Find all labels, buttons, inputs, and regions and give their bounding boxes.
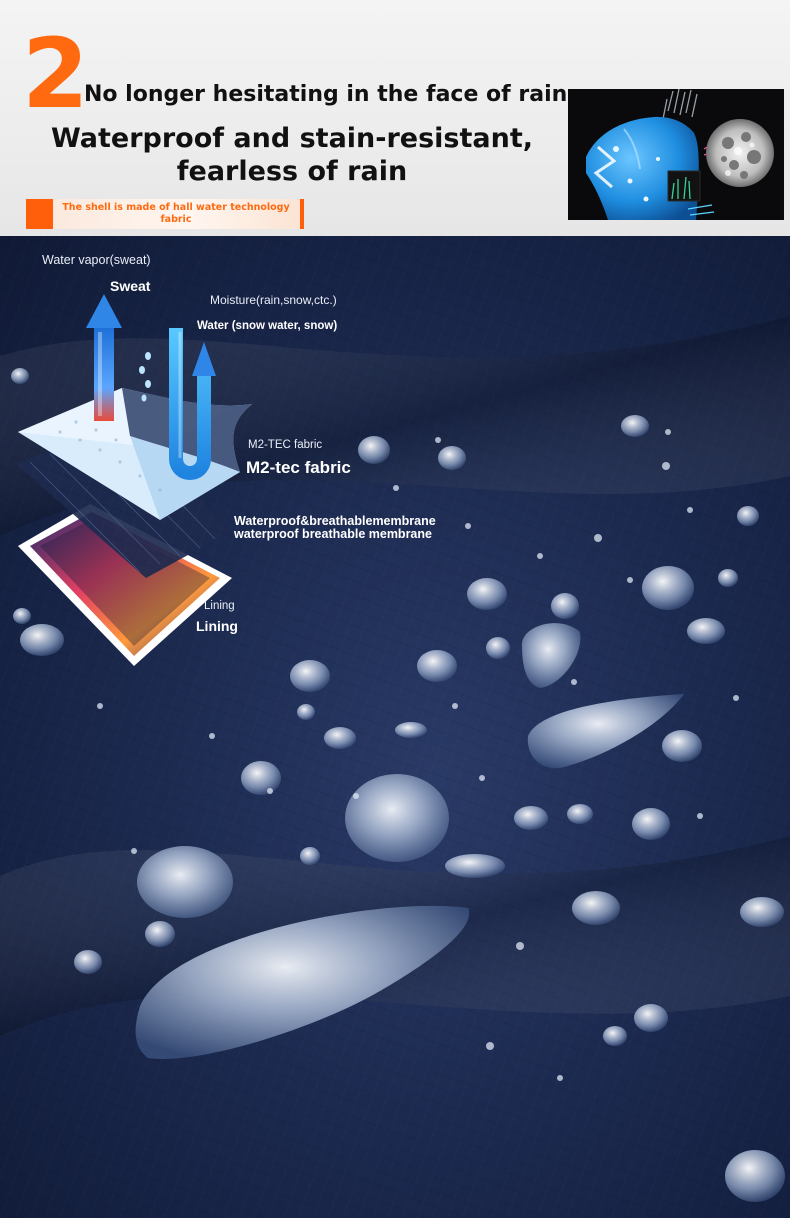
feature-title-line-2: fearless of rain <box>176 156 408 187</box>
banner-accent-block <box>26 199 53 229</box>
m2tec-big-label: M2-tec fabric <box>246 458 351 477</box>
shell-fabric-banner: The shell is made of hall water technolo… <box>26 199 304 229</box>
headline: No longer hesitating in the face of rain <box>84 82 568 107</box>
feature-title-line-1: Waterproof and stain-resistant, <box>50 123 534 154</box>
lining-big-label: Lining <box>196 618 238 634</box>
water-label: Water (snow water, snow) <box>197 320 338 332</box>
fabric-photo-illustration <box>0 236 790 1218</box>
feature-title: Waterproof and stain-resistant, fearless… <box>40 122 544 188</box>
jacket-waterproof-illustration <box>568 89 784 220</box>
header-section: 2 No longer hesitating in the face of ra… <box>0 0 790 236</box>
m2tec-small-label: M2-TEC fabric <box>248 439 323 451</box>
membrane-label-2: waterproof breathable membrane <box>234 527 432 541</box>
step-number: 2 <box>22 18 89 130</box>
moisture-label: Moisture(rain,snow,ctc.) <box>210 293 337 307</box>
product-detail-page: 2 No longer hesitating in the face of ra… <box>0 0 790 1218</box>
banner-accent-edge <box>300 199 304 229</box>
water-vapor-label: Water vapor(sweat) <box>42 253 151 267</box>
banner-text: The shell is made of hall water technolo… <box>62 202 290 225</box>
fabric-waterdrop-photo: Water vapor(sweat) Sweat Moisture(rain,s… <box>0 236 790 1218</box>
sweat-label: Sweat <box>110 278 151 294</box>
jacket-waterproof-icon <box>568 89 784 220</box>
lining-small-label: Lining <box>204 600 235 612</box>
membrane-label-1: Waterproof&breathablemembrane <box>234 514 436 528</box>
